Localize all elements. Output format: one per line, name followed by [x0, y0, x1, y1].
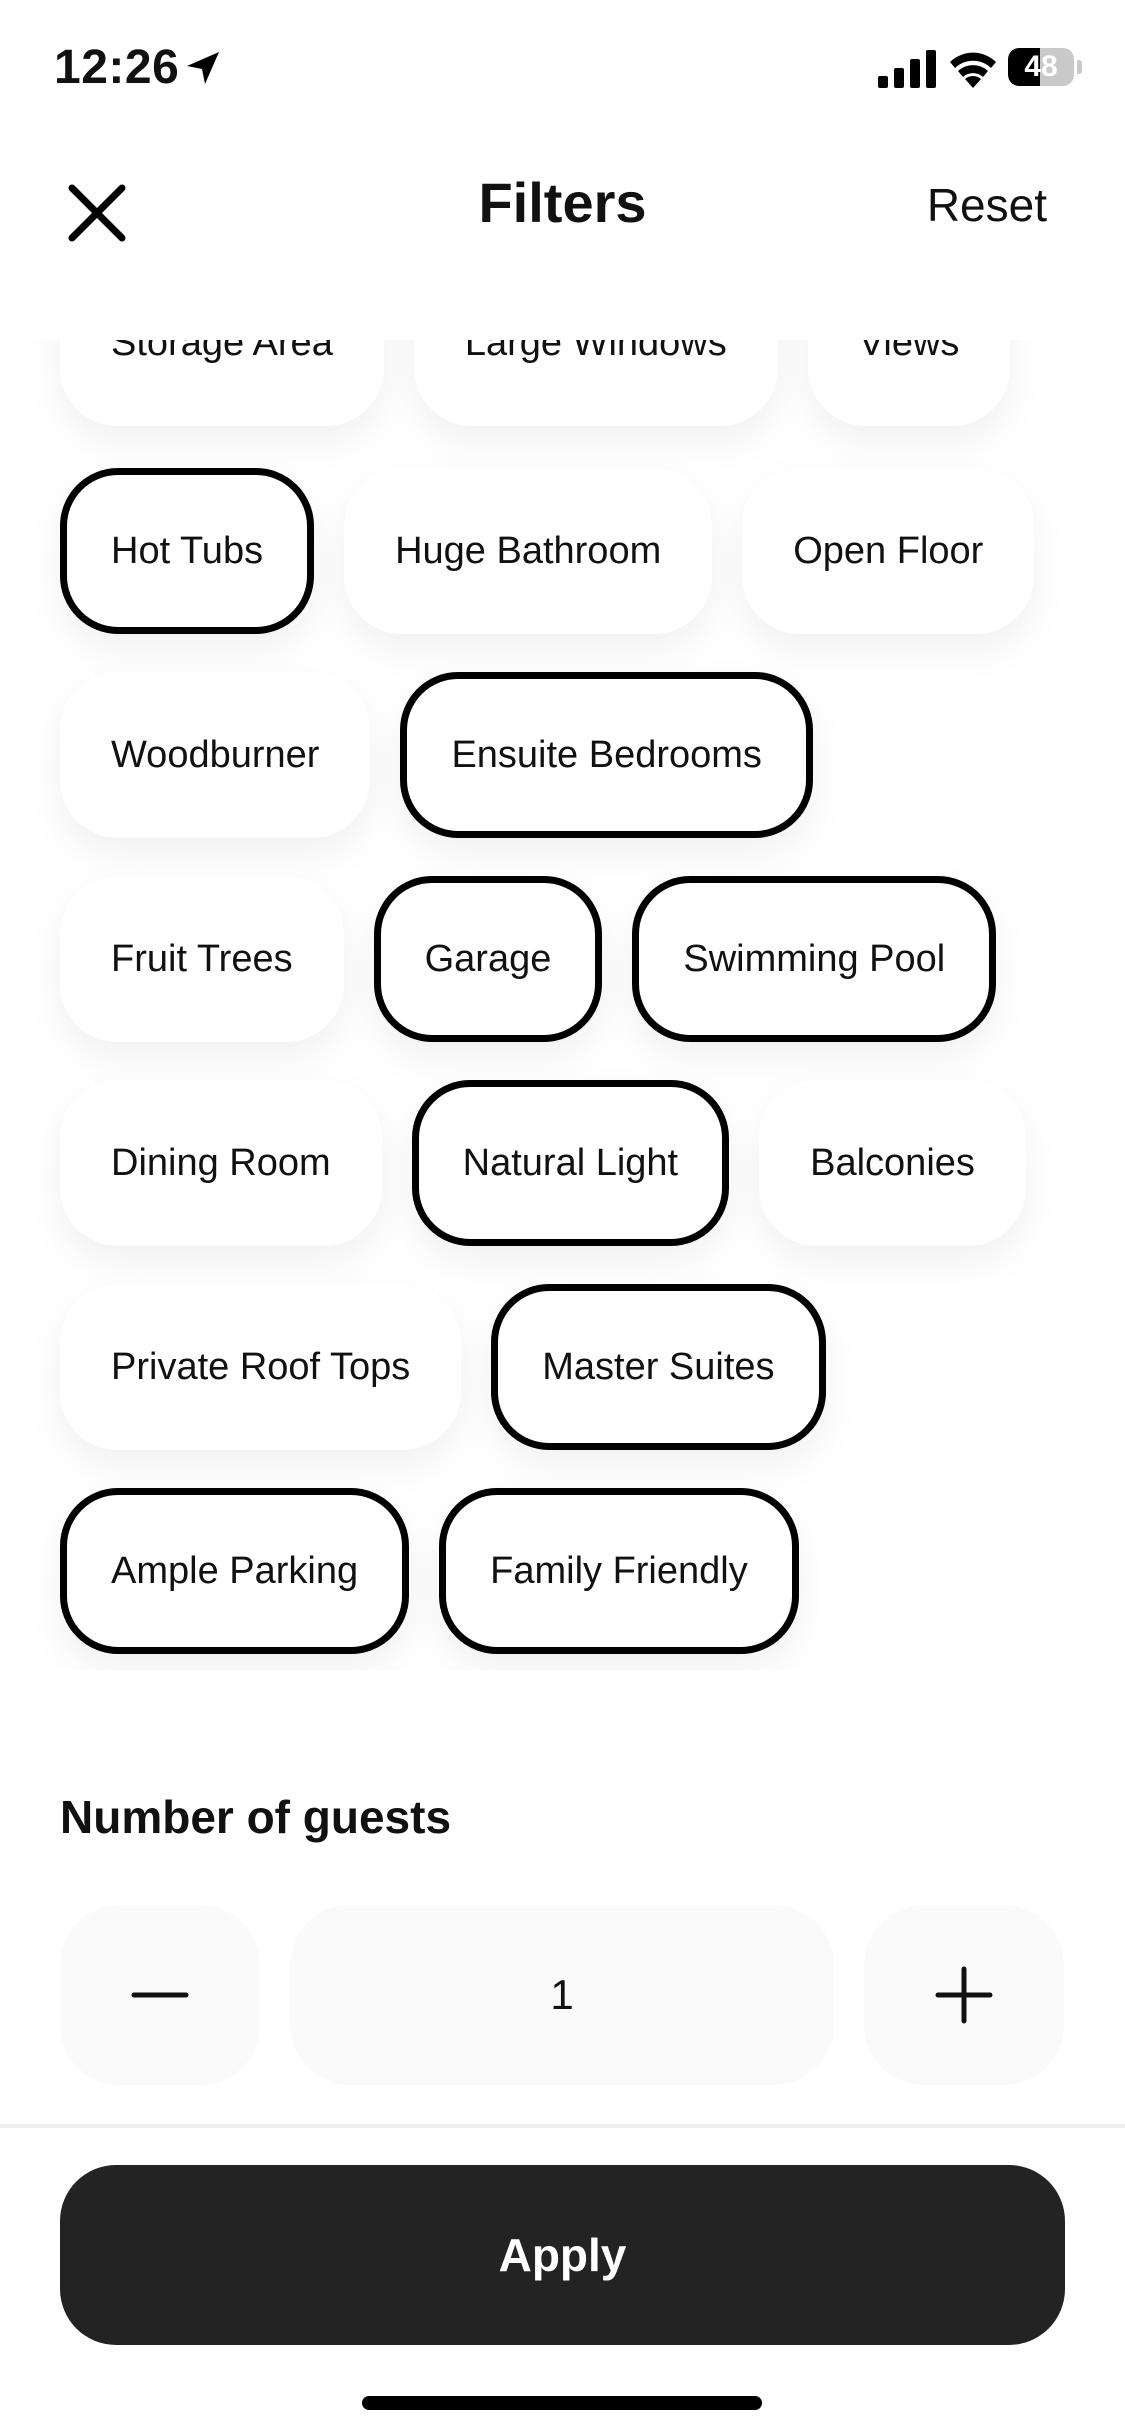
amenity-chip[interactable]: Master Suites: [491, 1284, 826, 1450]
battery-level-text: 48: [1024, 50, 1058, 83]
amenity-chip[interactable]: Natural Light: [411, 1080, 730, 1246]
amenity-chip[interactable]: Huge Bathroom: [344, 468, 713, 634]
minus-icon: [131, 1992, 189, 1998]
status-bar: 12:26 48: [0, 0, 1125, 140]
reset-button[interactable]: Reset: [927, 178, 1047, 232]
amenity-chip[interactable]: Views: [807, 340, 1011, 426]
chip-row: Hot Tubs Huge Bathroom Open Floor: [60, 468, 1035, 634]
amenity-chip[interactable]: Large Windows: [413, 340, 778, 426]
increase-guests-button[interactable]: [864, 1905, 1064, 2085]
cellular-signal-icon: [878, 50, 936, 88]
chip-row: Ample Parking Family Friendly: [60, 1488, 799, 1654]
amenity-chip[interactable]: Dining Room: [60, 1080, 382, 1246]
amenity-chip[interactable]: Ensuite Bedrooms: [400, 672, 813, 838]
filters-header: Filters Reset: [0, 140, 1125, 340]
amenity-chip[interactable]: Woodburner: [60, 672, 371, 838]
guest-count: 1: [290, 1905, 834, 2085]
location-arrow-icon: [187, 52, 219, 84]
amenity-chip-list: Storage Area Large Windows Views Hot Tub…: [0, 340, 1125, 1670]
plus-icon: [935, 1966, 993, 2024]
chip-row: Private Roof Tops Master Suites: [60, 1284, 826, 1450]
amenity-chip[interactable]: Swimming Pool: [632, 876, 997, 1042]
amenity-chip[interactable]: Family Friendly: [439, 1488, 799, 1654]
amenity-chip[interactable]: Garage: [373, 876, 603, 1042]
chip-row: Storage Area Large Windows Views: [60, 340, 1011, 426]
amenity-chip[interactable]: Open Floor: [742, 468, 1035, 634]
wifi-icon: [950, 52, 996, 88]
bottom-divider: [0, 2124, 1125, 2128]
amenity-chip[interactable]: Ample Parking: [60, 1488, 410, 1654]
amenity-chip[interactable]: Balconies: [759, 1080, 1026, 1246]
guests-section-title: Number of guests: [60, 1791, 452, 1843]
amenity-chip[interactable]: Private Roof Tops: [60, 1284, 462, 1450]
chip-row: Fruit Trees Garage Swimming Pool: [60, 876, 997, 1042]
decrease-guests-button[interactable]: [60, 1905, 260, 2085]
battery-icon: 48: [1008, 48, 1084, 88]
amenity-chip[interactable]: Fruit Trees: [60, 876, 344, 1042]
amenity-chip[interactable]: Hot Tubs: [60, 468, 315, 634]
chip-row: Dining Room Natural Light Balconies: [60, 1080, 1026, 1246]
status-time: 12:26: [54, 41, 180, 94]
apply-button[interactable]: Apply: [60, 2165, 1065, 2345]
home-indicator: [362, 2396, 762, 2410]
amenity-chip[interactable]: Storage Area: [60, 340, 384, 426]
chip-row: Woodburner Ensuite Bedrooms: [60, 672, 813, 838]
